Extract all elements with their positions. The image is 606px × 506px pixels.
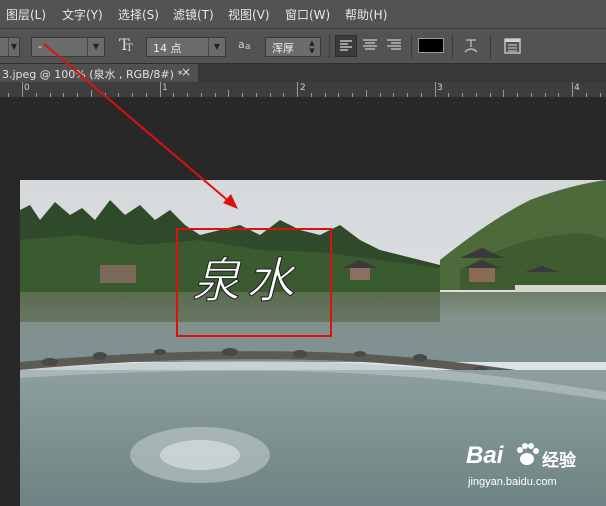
warp-text-icon [464,39,478,53]
chevron-down-icon: ▼ [87,38,104,56]
menu-view[interactable]: 视图(V) [228,6,270,23]
ruler-tick [105,93,106,97]
ruler-tick [600,93,601,97]
ruler-tick [132,93,133,97]
ruler-tick [118,93,119,97]
ruler-tick [338,93,339,97]
font-size-icon-small: T [126,43,133,54]
ruler-tick [572,82,573,97]
antialias-icon: a [238,38,245,51]
ruler-tick [393,93,394,97]
ruler-tick [201,93,202,97]
ruler-tick [36,93,37,97]
spinner-arrows-icon: ▲ ▼ [309,39,315,55]
ruler-tick [242,93,243,97]
align-right-icon [387,39,401,50]
character-panel-button[interactable] [500,35,524,57]
character-panel-icon [504,38,521,54]
document-tab[interactable]: 3.jpeg @ 100% (泉水 , RGB/8#) * × [0,64,198,82]
ruler-tick [173,93,174,97]
menu-help[interactable]: 帮助(H) [345,6,387,23]
divider [329,35,330,59]
font-style-value: - [38,40,42,53]
watermark-brand: Bai [466,442,504,469]
ruler-tick [311,93,312,97]
ruler-tick [558,93,559,97]
ruler-tick [407,93,408,97]
ruler-tick [215,93,216,97]
ruler-tick [435,82,436,97]
ruler-label: 4 [574,83,580,93]
ruler-tick [256,93,257,97]
antialias-label: a [245,42,251,52]
chevron-down-icon: ▼ [8,38,19,56]
ruler-label: 1 [162,83,168,93]
ruler-tick [22,82,23,97]
ruler-tick [325,93,326,97]
ruler-tick [146,93,147,97]
ruler-tick [228,90,229,97]
ruler-label: 3 [437,83,443,93]
menu-layer[interactable]: 图层(L) [6,6,46,23]
ruler-tick [283,93,284,97]
ruler-tick [187,93,188,97]
ruler-tick [63,93,64,97]
paw-icon [517,443,539,465]
ruler-tick [380,93,381,97]
menu-window[interactable]: 窗口(W) [285,6,330,23]
menu-type[interactable]: 文字(Y) [62,6,103,23]
antialias-dropdown[interactable]: 浑厚 ▲ ▼ [265,37,321,57]
divider [411,35,412,59]
font-size-value: 14 点 [153,42,182,55]
ruler-tick [586,93,587,97]
align-right-button[interactable] [384,35,406,57]
ruler-tick [503,90,504,97]
ruler-tick [50,93,51,97]
align-left-button[interactable] [335,35,357,57]
align-left-icon [340,40,352,51]
ruler-tick [490,93,491,97]
close-icon[interactable]: × [181,65,191,79]
ruler-tick [77,93,78,97]
ruler-tick [462,93,463,97]
font-size-dropdown[interactable]: 14 点 ▼ [146,37,226,57]
watermark-url: jingyan.baidu.com [468,476,557,488]
ruler-label: 2 [300,83,306,93]
ruler-tick [517,93,518,97]
text-color-swatch[interactable] [418,38,444,53]
ruler-tick [476,93,477,97]
chevron-down-icon: ▼ [208,38,225,56]
ruler-label: 0 [24,83,30,93]
highlight-box [176,228,332,337]
ruler-tick [531,93,532,97]
ruler-tick [297,82,298,97]
ruler-tick [352,93,353,97]
ruler-tick [421,93,422,97]
font-family-dropdown[interactable]: ▼ [0,37,20,57]
ruler-tick [270,93,271,97]
menu-bar: 图层(L) 文字(Y) 选择(S) 滤镜(T) 视图(V) 窗口(W) 帮助(H… [0,0,606,28]
warp-text-button[interactable] [460,35,482,57]
menu-select[interactable]: 选择(S) [118,6,159,23]
divider [452,35,453,59]
ruler-tick [545,93,546,97]
align-center-button[interactable] [360,35,382,57]
ruler-tick [366,90,367,97]
menu-filter[interactable]: 滤镜(T) [173,6,214,23]
align-center-icon [363,39,377,50]
antialias-value: 浑厚 [272,42,294,55]
document-tab-bar: 3.jpeg @ 100% (泉水 , RGB/8#) * × [0,64,606,82]
baidu-watermark: Bai 经验 jingyan.baidu.com [464,440,606,496]
ruler-tick [448,93,449,97]
ruler-tick [91,90,92,97]
ruler-tick [160,82,161,97]
options-bar: ▼ - ▼ T T 14 点 ▼ a a 浑厚 ▲ ▼ [0,28,606,64]
divider [490,35,491,59]
font-style-dropdown[interactable]: - ▼ [31,37,105,57]
document-tab-title: 3.jpeg @ 100% (泉水 , RGB/8#) * [2,68,183,81]
horizontal-ruler[interactable]: 0 1 2 3 4 [0,82,606,98]
ruler-tick [8,93,9,97]
watermark-suffix: 经验 [542,451,576,471]
